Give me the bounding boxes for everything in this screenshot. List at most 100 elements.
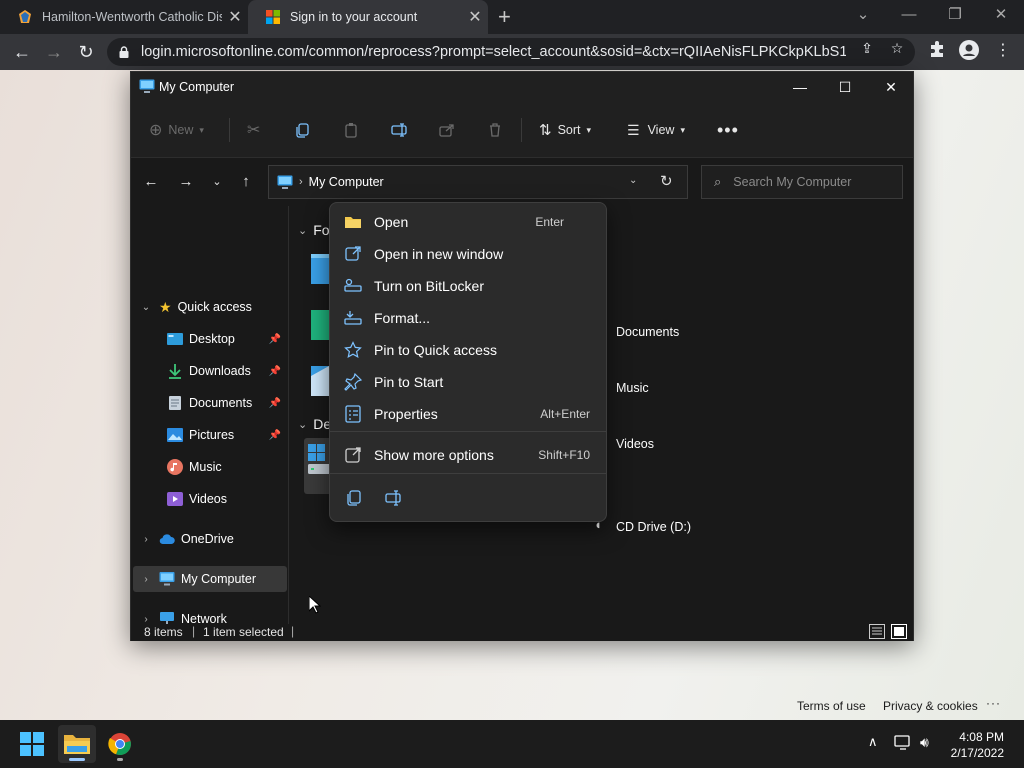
nav-label: Documents — [189, 396, 253, 410]
menu-item-pin-start[interactable]: Pin to Start — [334, 367, 602, 397]
explorer-minimize-icon[interactable]: — — [785, 76, 815, 98]
address-dropdown-icon[interactable]: ⌄ — [629, 175, 637, 186]
menu-label: Format... — [374, 310, 431, 326]
tab-title: Sign in to your account — [290, 10, 418, 24]
pin-icon — [344, 373, 362, 391]
menu-item-bitlocker[interactable]: Turn on BitLocker — [334, 271, 602, 301]
status-bar: 8 items | 1 item selected | — [131, 624, 913, 641]
hwcdsb-favicon-icon — [19, 10, 31, 23]
share-icon[interactable]: ⇪ — [858, 40, 876, 58]
extensions-puzzle-icon[interactable] — [926, 40, 948, 62]
tiles-view-icon[interactable] — [891, 624, 907, 639]
forward-icon[interactable]: → — [40, 38, 68, 66]
tab-close-icon[interactable]: ✕ — [222, 7, 248, 27]
view-button[interactable]: ☰ View ▾ — [627, 116, 685, 144]
share-files-icon[interactable] — [439, 116, 455, 144]
menu-item-open-new-window[interactable]: Open in new window — [334, 239, 602, 269]
folders-group-header[interactable]: ⌄ Fol — [298, 222, 333, 238]
pin-icon: 📌 — [268, 365, 281, 377]
reload-icon[interactable]: ↻ — [72, 38, 100, 66]
delete-icon[interactable] — [487, 116, 503, 144]
explorer-back-icon[interactable]: ← — [140, 172, 162, 194]
nav-label: OneDrive — [181, 532, 234, 546]
url-text: login.microsoftonline.com/common/reproce… — [141, 44, 846, 60]
taskbar-chrome[interactable] — [101, 725, 139, 763]
chrome-menu-icon[interactable]: ⋮ — [992, 40, 1014, 62]
search-placeholder: Search My Computer — [733, 175, 852, 189]
nav-my-computer[interactable]: › My Computer — [133, 566, 287, 592]
explorer-forward-icon[interactable]: → — [175, 172, 197, 194]
nav-onedrive[interactable]: › OneDrive — [131, 526, 287, 552]
address-row: ← → ⌄ ↑ › My Computer ⌄ ↻ ⌕ Search My Co… — [131, 158, 913, 206]
nav-documents[interactable]: Documents 📌 — [131, 390, 287, 416]
new-button[interactable]: ⊕ New ▾ — [149, 116, 204, 144]
bookmark-star-icon[interactable]: ☆ — [888, 40, 906, 58]
see-more-icon[interactable]: ••• — [717, 116, 739, 144]
back-icon[interactable]: ← — [8, 38, 36, 66]
restore-icon[interactable]: ❐ — [932, 0, 978, 34]
copy-icon[interactable] — [345, 489, 363, 507]
nav-pictures[interactable]: Pictures 📌 — [131, 422, 287, 448]
sort-button[interactable]: ⇅ Sort ▾ — [539, 116, 591, 144]
menu-label: Pin to Quick access — [374, 342, 497, 358]
nav-quick-access[interactable]: ⌄ ★ Quick access — [131, 294, 287, 320]
address-bar[interactable]: login.microsoftonline.com/common/reproce… — [107, 38, 915, 66]
menu-item-pin-quick-access[interactable]: Pin to Quick access — [334, 335, 602, 365]
menu-item-show-more[interactable]: Show more options Shift+F10 — [334, 440, 602, 470]
menu-item-properties[interactable]: Properties Alt+Enter — [334, 399, 602, 429]
menu-item-open[interactable]: Open Enter — [334, 207, 602, 237]
system-clock[interactable]: 4:08 PM 2/17/2022 — [951, 729, 1004, 761]
explorer-maximize-icon[interactable]: ☐ — [830, 76, 860, 98]
network-status-icon[interactable] — [894, 734, 912, 750]
devices-group-header[interactable]: ⌄ De — [298, 416, 331, 432]
open-external-icon — [345, 246, 361, 261]
show-hidden-icons-chevron-icon[interactable]: ∧ — [868, 734, 878, 750]
menu-separator — [330, 431, 606, 432]
menu-shortcut: Shift+F10 — [538, 448, 590, 462]
menu-separator — [330, 473, 606, 474]
folder-documents-label[interactable]: Documents — [616, 325, 679, 339]
tab-hwcdsb[interactable]: Hamilton-Wentworth Catholic Dis ✕ — [0, 0, 248, 34]
browser-toolbar: ← → ↻ login.microsoftonline.com/common/r… — [0, 34, 1024, 70]
start-button[interactable] — [13, 725, 51, 763]
profile-avatar-icon[interactable] — [958, 40, 980, 62]
cd-drive-label[interactable]: CD Drive (D:) — [616, 520, 691, 534]
folder-music-label[interactable]: Music — [616, 381, 649, 395]
up-level-icon[interactable]: ↑ — [235, 172, 257, 194]
folder-videos-label[interactable]: Videos — [616, 437, 654, 451]
nav-desktop[interactable]: Desktop 📌 — [131, 326, 287, 352]
privacy-cookies-link[interactable]: Privacy & cookies — [883, 699, 978, 713]
menu-item-format[interactable]: Format... — [334, 303, 602, 333]
tab-search-chevron-icon[interactable]: ⌄ — [840, 0, 886, 34]
paste-icon[interactable] — [343, 116, 359, 144]
search-input[interactable]: ⌕ Search My Computer — [701, 165, 903, 199]
chevron-right-icon: › — [144, 573, 148, 585]
tab-close-icon[interactable]: ✕ — [462, 7, 488, 27]
cut-icon[interactable]: ✂ — [247, 116, 260, 144]
nav-downloads[interactable]: Downloads 📌 — [131, 358, 287, 384]
details-view-icon[interactable] — [869, 624, 885, 639]
file-explorer-folder-icon — [64, 735, 90, 754]
menu-shortcut: Enter — [535, 215, 564, 229]
explorer-close-icon[interactable]: ✕ — [876, 76, 906, 98]
sort-icon: ⇅ — [539, 122, 552, 139]
taskbar-file-explorer[interactable] — [58, 725, 96, 763]
terms-of-use-link[interactable]: Terms of use — [797, 699, 866, 713]
close-browser-icon[interactable]: ✕ — [978, 0, 1024, 34]
explorer-address-bar[interactable]: › My Computer ⌄ ↻ — [268, 165, 688, 199]
refresh-icon[interactable]: ↻ — [660, 172, 673, 190]
nav-label: Quick access — [177, 300, 252, 314]
nav-music[interactable]: Music — [131, 454, 287, 480]
recent-locations-icon[interactable]: ⌄ — [206, 172, 228, 194]
tab-sign-in[interactable]: Sign in to your account ✕ — [248, 0, 488, 34]
more-options-link[interactable]: ··· — [986, 696, 1001, 710]
minimize-icon[interactable]: — — [886, 0, 932, 34]
rename-icon[interactable] — [385, 489, 403, 507]
new-tab-icon[interactable]: + — [498, 4, 511, 30]
nav-videos[interactable]: Videos — [131, 486, 287, 512]
volume-icon[interactable]: 🔊︎ — [920, 734, 929, 751]
rename-icon[interactable] — [391, 116, 409, 144]
copy-icon[interactable] — [295, 116, 311, 144]
format-drive-icon — [344, 311, 362, 325]
plus-circle-icon: ⊕ — [149, 122, 163, 139]
